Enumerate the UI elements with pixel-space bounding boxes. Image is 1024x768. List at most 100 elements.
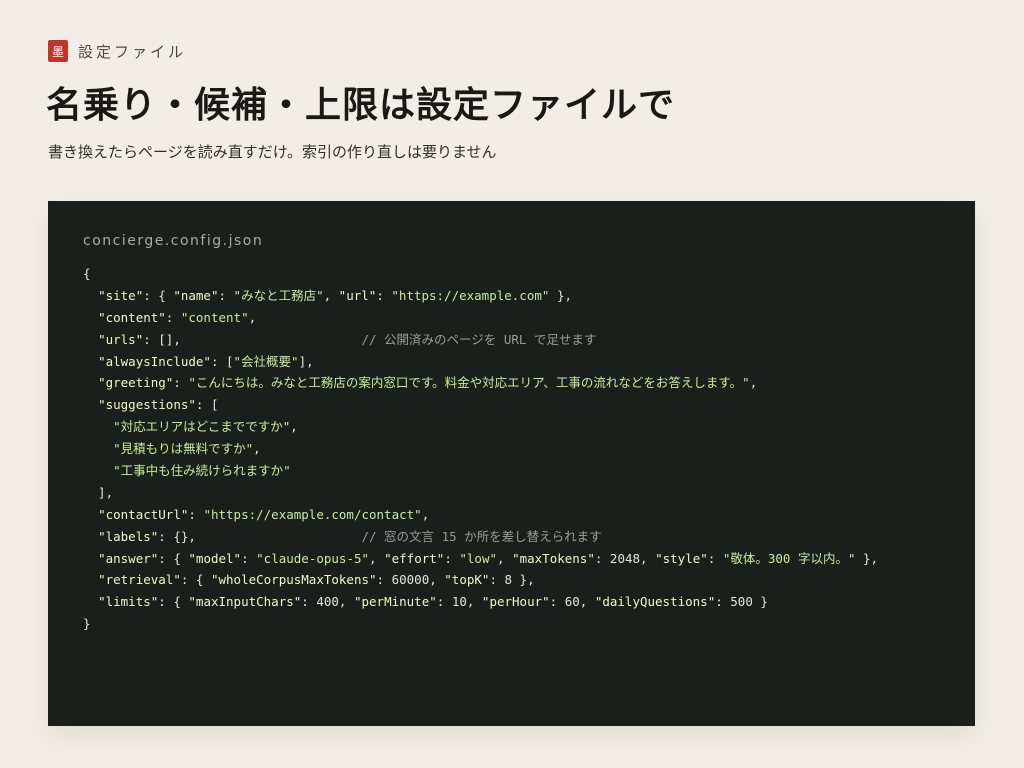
code-punct-token: : 8 },	[489, 572, 535, 588]
code-line: "suggestions": [	[83, 394, 878, 416]
code-punct-token: :	[218, 287, 234, 303]
code-punct-token: :	[173, 375, 189, 391]
code-punct-token	[83, 288, 98, 303]
brand-logo: 墨	[48, 40, 68, 62]
code-punct-token: :	[376, 287, 392, 303]
code-punct-token: ],	[83, 484, 114, 500]
code-line: "urls": [], // 公開済みのページを URL で足せます	[83, 329, 878, 351]
code-string-token: "みなと工務店"	[233, 287, 324, 303]
code-punct-token: }	[83, 616, 91, 632]
code-punct-token: },	[855, 550, 879, 566]
code-line: "limits": { "maxInputChars": 400, "perMi…	[83, 591, 878, 613]
code-punct-token	[83, 397, 98, 412]
code-punct-token	[83, 310, 98, 325]
code-punct-token: : 2048,	[594, 550, 656, 566]
code-punct-token: : {	[180, 572, 211, 588]
code-punct-token: :	[444, 550, 460, 566]
section-label: 設定ファイル	[78, 42, 187, 61]
code-string-token: "こんにちは。みなと工務店の案内窓口です。料金や対応エリア、工事の流れなどをお答…	[188, 375, 750, 391]
code-string-token: "見積もりは無料ですか"	[113, 441, 254, 457]
code-punct-token: ,	[290, 419, 298, 435]
code-key-token: "wholeCorpusMaxTokens"	[210, 572, 377, 588]
code-punct-token: : 500 }	[715, 594, 768, 610]
code-line: {	[83, 263, 878, 285]
code-punct-token: ,	[248, 309, 257, 325]
code-punct-token: : [	[210, 353, 234, 369]
code-punct-token: ],	[298, 353, 314, 369]
code-punct-token	[83, 441, 113, 456]
code-string-token: "low"	[459, 550, 498, 566]
code-key-token: "maxInputChars"	[188, 594, 302, 610]
page-title: 名乗り・候補・上限は設定ファイルで	[46, 84, 676, 126]
code-punct-token: :	[165, 309, 181, 325]
code-line: "greeting": "こんにちは。みなと工務店の案内窓口です。料金や対応エリ…	[83, 372, 878, 394]
code-key-token: "urls"	[98, 331, 144, 347]
code-string-token: "https://example.com/contact"	[203, 506, 422, 522]
code-line: "工事中も住み続けられますか"	[83, 460, 878, 482]
code-punct-token: },	[549, 287, 572, 303]
code-punct-token	[83, 507, 98, 522]
code-line: "contactUrl": "https://example.com/conta…	[83, 504, 878, 526]
code-key-token: "effort"	[384, 550, 445, 566]
code-line: "alwaysInclude": ["会社概要"],	[83, 351, 878, 373]
code-string-token: "https://example.com"	[391, 287, 550, 303]
code-key-token: "style"	[655, 550, 708, 566]
code-punct-token	[83, 463, 113, 478]
code-punct-token: : {	[143, 287, 174, 303]
code-key-token: "alwaysInclude"	[98, 353, 211, 369]
code-line: "site": { "name": "みなと工務店", "url": "http…	[83, 285, 878, 307]
code-string-token: "content"	[180, 309, 249, 325]
code-key-token: "answer"	[98, 550, 159, 566]
code-punct-token: : {	[158, 550, 189, 566]
section-header: 墨 設定ファイル	[48, 40, 186, 62]
code-key-token: "retrieval"	[98, 572, 181, 588]
code-key-token: "content"	[98, 309, 166, 325]
code-punct-token: : 60,	[549, 594, 595, 610]
code-punct-token: : [	[195, 397, 219, 413]
code-punct-token: {	[83, 266, 91, 281]
code-key-token: "site"	[98, 287, 144, 303]
code-line: ],	[83, 482, 878, 504]
code-key-token: "maxTokens"	[512, 550, 595, 566]
code-punct-token: : 10,	[436, 594, 482, 610]
code-punct-token	[83, 529, 98, 544]
code-punct-token: ,	[253, 441, 261, 457]
code-punct-token: : 400,	[301, 594, 354, 610]
code-string-token: "工事中も住み続けられますか"	[113, 463, 291, 479]
code-punct-token: ,	[497, 550, 513, 566]
code-punct-token: : {},	[158, 528, 362, 544]
code-punct-token: :	[188, 506, 204, 522]
code-key-token: "perMinute"	[353, 594, 437, 610]
code-punct-token	[83, 354, 98, 369]
code-punct-token	[83, 551, 98, 566]
code-line: "見積もりは無料ですか",	[83, 438, 878, 460]
code-punct-token	[83, 419, 113, 434]
code-line: "content": "content",	[83, 307, 878, 329]
code-key-token: "perHour"	[481, 594, 550, 610]
code-key-token: "greeting"	[98, 375, 174, 391]
code-key-token: "contactUrl"	[98, 506, 189, 522]
code-punct-token: : 60000,	[376, 572, 445, 588]
code-punct-token: ,	[369, 550, 385, 566]
code-punct-token	[83, 332, 98, 347]
code-string-token: "会社概要"	[233, 353, 299, 369]
code-punct-token: ,	[323, 287, 339, 303]
code-key-token: "model"	[188, 550, 242, 566]
code-string-token: "敬体。300 字以内。"	[722, 550, 856, 566]
code-punct-token: ,	[749, 375, 758, 391]
code-key-token: "limits"	[98, 594, 159, 610]
code-string-token: "対応エリアはどこまでですか"	[113, 419, 291, 435]
code-line: "answer": { "model": "claude-opus-5", "e…	[83, 548, 878, 570]
code-comment-token: // 窓の文言 15 か所を差し替えられます	[361, 528, 602, 544]
code-key-token: "dailyQuestions"	[594, 594, 716, 610]
code-key-token: "suggestions"	[98, 397, 196, 413]
code-line: "対応エリアはどこまでですか",	[83, 416, 878, 438]
code-file-name: concierge.config.json	[83, 233, 264, 249]
code-key-token: "topK"	[444, 572, 490, 588]
code-line: "labels": {}, // 窓の文言 15 か所を差し替えられます	[83, 526, 878, 548]
code-key-token: "labels"	[98, 528, 159, 544]
code-punct-token: :	[707, 550, 723, 566]
code-key-token: "url"	[338, 287, 377, 303]
code-block: { "site": { "name": "みなと工務店", "url": "ht…	[83, 263, 878, 635]
code-punct-token: :	[241, 550, 257, 566]
